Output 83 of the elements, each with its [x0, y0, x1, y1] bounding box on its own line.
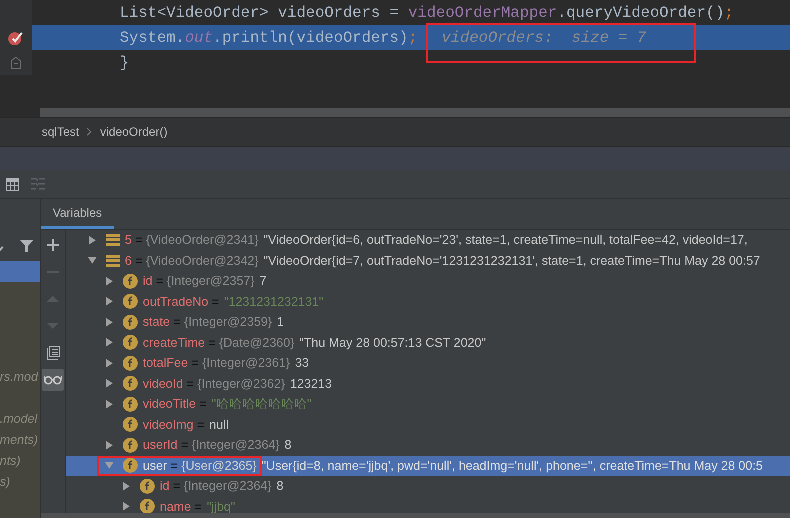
variable-row[interactable]: videoImg = null — [66, 414, 790, 435]
variable-name: videoTitle = — [143, 397, 207, 412]
fold-icon[interactable] — [11, 56, 21, 68]
variable-row[interactable]: totalFee = {Integer@2361} 33 — [66, 353, 790, 374]
collapsed-arrow-icon[interactable] — [122, 482, 131, 491]
field-icon — [140, 478, 155, 494]
variable-name: createTime = {Date@2360} — [143, 336, 295, 350]
variable-value: 33 — [295, 356, 310, 370]
variable-name: 6 = {VideoOrder@2342} — [125, 254, 259, 268]
variable-name: id = {Integer@2364} — [160, 479, 272, 494]
field-icon — [123, 274, 138, 289]
field-icon — [123, 458, 138, 474]
variable-value: 1 — [277, 315, 284, 330]
field-icon — [123, 438, 138, 453]
variable-row[interactable]: name = "jjbq" — [66, 496, 790, 517]
variable-row[interactable]: userId = {Integer@2364} 8 — [66, 435, 790, 456]
variable-name: user = {User@2365} — [143, 458, 257, 473]
inline-hint: videoOrders: size = 7 — [442, 28, 646, 46]
variable-row[interactable]: state = {Integer@2359} 1 — [66, 312, 790, 332]
variable-name: 5 = {VideoOrder@2341} — [125, 233, 259, 248]
filter-icon[interactable] — [20, 239, 34, 253]
variable-row[interactable]: 5 = {VideoOrder@2341} "VideoOrder{id=6, outTradeNo='23', state=1, createTime=null, totalFee=42, videoId=17, — [66, 230, 790, 250]
variable-row[interactable]: videoId = {Integer@2362} 123213 — [66, 374, 790, 394]
variable-name: outTradeNo = — [143, 294, 220, 309]
code-text: System.out.println(videoOrders); — [120, 28, 418, 46]
variable-name: totalFee = {Integer@2361} — [143, 356, 290, 370]
collapsed-arrow-icon[interactable] — [122, 502, 131, 512]
field-icon — [123, 396, 138, 412]
variable-name: name = — [160, 500, 202, 514]
field-icon — [123, 294, 138, 310]
scrollbar[interactable] — [41, 513, 790, 518]
scrollbar[interactable] — [40, 108, 790, 117]
variable-value: null — [210, 418, 229, 432]
breadcrumb-item[interactable]: videoOrder() — [100, 125, 168, 139]
variable-row[interactable]: createTime = {Date@2360} "Thu May 28 00:57:13 CST 2020" — [66, 332, 790, 353]
variable-value: "jjbq" — [207, 500, 236, 514]
expanded-arrow-icon[interactable] — [88, 256, 97, 266]
variable-value: "哈哈哈哈哈哈哈" — [212, 396, 312, 413]
variable-value: 8 — [284, 438, 292, 452]
variable-value: "Thu May 28 00:57:13 CST 2020" — [300, 336, 486, 350]
variable-row[interactable]: id = {Integer@2364} 8 — [66, 476, 790, 496]
list-icon — [106, 254, 120, 267]
variable-value: "User{id=8, name='jjbq', pwd='null', headImg='null', phone='', createTime=Thu May 28 00:5 — [262, 458, 764, 473]
collapsed-arrow-icon[interactable] — [105, 400, 114, 409]
variable-name: id = {Integer@2357} — [143, 274, 255, 288]
collapsed-arrow-icon[interactable] — [105, 379, 114, 388]
field-icon — [123, 417, 138, 432]
variable-value: 8 — [276, 479, 284, 494]
code-text: List<VideoOrder> videoOrders = videoOrderMapper.queryVideoOrder(); — [120, 4, 734, 22]
variable-name: state = {Integer@2359} — [143, 315, 272, 330]
variable-value: "VideoOrder{id=7, outTradeNo='1231231232131', state=1, createTime=Thu May 28 00:57 — [264, 254, 760, 268]
glasses-icon[interactable] — [42, 369, 64, 391]
variable-row[interactable]: user = {User@2365} "User{id=8, name='jjbq', pwd='null', headImg='null', phone='', createTime=Thu May 28 00:5 — [66, 456, 790, 476]
field-icon — [123, 314, 138, 330]
breadcrumb-item[interactable]: sqlTest — [42, 125, 80, 139]
variable-row[interactable]: outTradeNo = "1231231232131" — [66, 292, 790, 312]
variable-value: 123213 — [290, 376, 332, 391]
chevron-icon — [87, 128, 92, 136]
variable-value: 7 — [260, 274, 267, 288]
field-icon — [123, 335, 138, 350]
variable-row[interactable]: id = {Integer@2357} 7 — [66, 271, 790, 292]
variable-value: "VideoOrder{id=6, outTradeNo='23', state=1, createTime=null, totalFee=42, videoId=17, — [264, 233, 749, 248]
variable-name: userId = {Integer@2364} — [143, 438, 280, 452]
table-icon[interactable] — [6, 178, 19, 190]
variable-row[interactable]: 6 = {VideoOrder@2342} "VideoOrder{id=7, outTradeNo='1231231232131', state=1, createTime=Thu May 28 00:57 — [66, 250, 790, 271]
field-icon — [140, 499, 155, 514]
variable-name: videoId = {Integer@2362} — [143, 376, 286, 391]
collapsed-arrow-icon[interactable] — [105, 358, 114, 368]
variable-name: videoImg = — [143, 418, 205, 432]
code-text: } — [120, 54, 130, 72]
panel-tab[interactable]: Variables — [41, 199, 114, 229]
collapsed-arrow-icon[interactable] — [105, 276, 114, 286]
collapsed-arrow-icon[interactable] — [88, 236, 97, 245]
variable-row[interactable]: videoTitle = "哈哈哈哈哈哈哈" — [66, 394, 790, 414]
variable-value: "1231231232131" — [224, 294, 324, 309]
collapsed-arrow-icon[interactable] — [105, 297, 114, 306]
collapsed-arrow-icon[interactable] — [105, 318, 114, 327]
list-icon — [106, 234, 120, 246]
field-icon — [123, 356, 138, 371]
breakpoint-icon[interactable] — [8, 30, 24, 46]
collapsed-arrow-icon[interactable] — [105, 440, 114, 450]
field-icon — [123, 376, 138, 392]
collapsed-arrow-icon[interactable] — [105, 338, 114, 348]
